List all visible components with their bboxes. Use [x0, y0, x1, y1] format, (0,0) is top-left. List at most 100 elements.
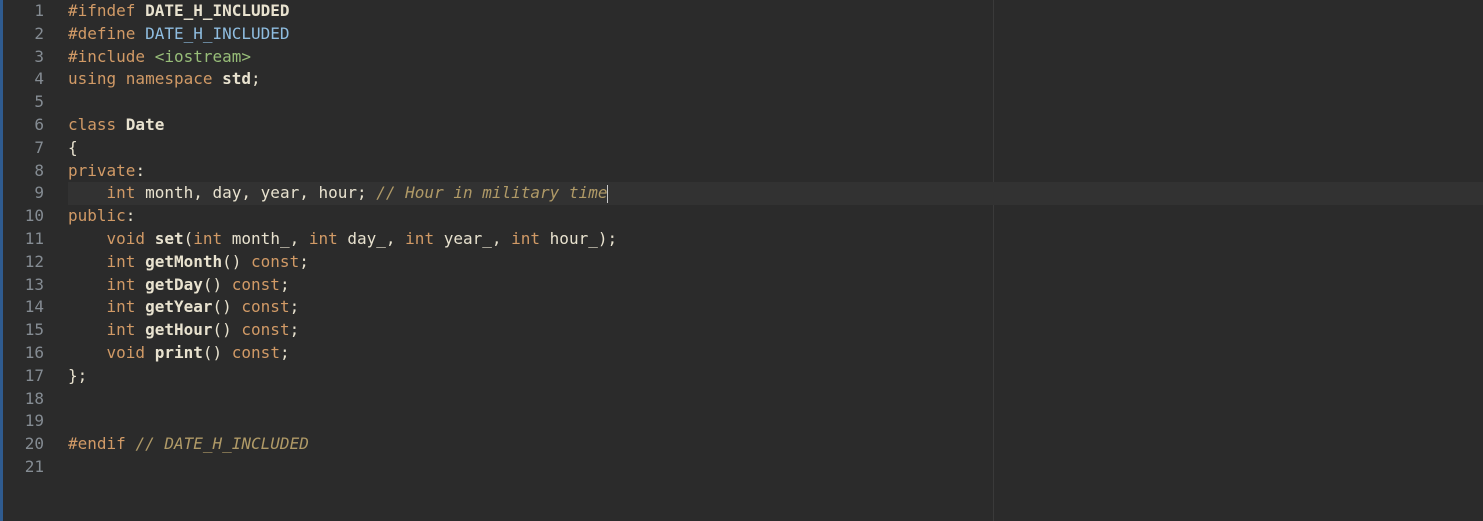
line-number: 15 — [12, 319, 44, 342]
code-line[interactable] — [68, 410, 1483, 433]
token-pp: #ifndef — [68, 1, 145, 20]
code-editor[interactable]: 123456789101112131415161718192021 #ifnde… — [0, 0, 1483, 521]
token-punct: : — [126, 206, 136, 225]
code-line[interactable]: }; — [68, 365, 1483, 388]
line-number: 12 — [12, 251, 44, 274]
line-number: 17 — [12, 365, 44, 388]
token-pp: #endif — [68, 434, 135, 453]
token-punct: ; — [290, 297, 300, 316]
code-line[interactable]: { — [68, 137, 1483, 160]
token-punct: ; — [357, 183, 376, 202]
code-line[interactable]: int getYear() const; — [68, 296, 1483, 319]
token-plain: month_ — [232, 229, 290, 248]
code-line[interactable]: void print() const; — [68, 342, 1483, 365]
line-number: 18 — [12, 388, 44, 411]
token-kw: using — [68, 69, 126, 88]
token-kw: const — [241, 297, 289, 316]
token-ident: getDay — [145, 275, 203, 294]
token-kw: int — [107, 275, 146, 294]
token-ident: std — [222, 69, 251, 88]
token-plain: year — [261, 183, 300, 202]
token-kw: int — [309, 229, 348, 248]
code-line[interactable]: private: — [68, 160, 1483, 183]
token-kw: int — [107, 183, 146, 202]
token-ident: getMonth — [145, 252, 222, 271]
code-line[interactable]: #include <iostream> — [68, 46, 1483, 69]
code-line[interactable]: int getHour() const; — [68, 319, 1483, 342]
token-ident: Date — [126, 115, 165, 134]
code-line[interactable]: using namespace std; — [68, 68, 1483, 91]
text-cursor — [607, 185, 608, 203]
token-punct: }; — [68, 366, 87, 385]
token-punct: () — [213, 297, 242, 316]
code-line[interactable]: void set(int month_, int day_, int year_… — [68, 228, 1483, 251]
line-number: 9 — [12, 182, 44, 205]
line-number: 6 — [12, 114, 44, 137]
token-punct: , — [386, 229, 405, 248]
token-kw: const — [232, 275, 280, 294]
code-line[interactable]: #define DATE_H_INCLUDED — [68, 23, 1483, 46]
line-number: 19 — [12, 410, 44, 433]
token-plain — [68, 229, 107, 248]
token-kw: void — [107, 343, 155, 362]
token-punct: ; — [251, 69, 261, 88]
token-plain: day_ — [347, 229, 386, 248]
token-punct: ; — [299, 252, 309, 271]
token-kw: int — [107, 320, 146, 339]
code-line[interactable]: int getMonth() const; — [68, 251, 1483, 274]
token-punct: () — [213, 320, 242, 339]
token-comment: // Hour in military time — [376, 183, 607, 202]
line-number: 16 — [12, 342, 44, 365]
token-plain: hour_ — [550, 229, 598, 248]
line-number: 14 — [12, 296, 44, 319]
editor-left-margin — [0, 0, 3, 521]
token-punct: ; — [290, 320, 300, 339]
line-number: 2 — [12, 23, 44, 46]
code-line[interactable]: int getDay() const; — [68, 274, 1483, 297]
code-line[interactable] — [68, 388, 1483, 411]
code-line[interactable] — [68, 456, 1483, 479]
token-kw: private — [68, 161, 135, 180]
line-number: 7 — [12, 137, 44, 160]
token-kw: const — [251, 252, 299, 271]
token-punct: ( — [184, 229, 194, 248]
token-kw: class — [68, 115, 126, 134]
token-plain: hour — [318, 183, 357, 202]
token-kw: const — [241, 320, 289, 339]
token-kw: int — [511, 229, 550, 248]
line-number: 4 — [12, 68, 44, 91]
token-punct: ; — [280, 275, 290, 294]
code-line[interactable]: #ifndef DATE_H_INCLUDED — [68, 0, 1483, 23]
line-number: 5 — [12, 91, 44, 114]
line-number: 3 — [12, 46, 44, 69]
line-number: 20 — [12, 433, 44, 456]
line-number-gutter: 123456789101112131415161718192021 — [0, 0, 58, 521]
code-line[interactable] — [68, 91, 1483, 114]
code-line[interactable]: public: — [68, 205, 1483, 228]
token-kw: public — [68, 206, 126, 225]
code-line[interactable]: #endif // DATE_H_INCLUDED — [68, 433, 1483, 456]
token-ident: set — [155, 229, 184, 248]
token-kw: int — [107, 297, 146, 316]
token-kw: int — [405, 229, 444, 248]
token-comment: // DATE_H_INCLUDED — [135, 434, 308, 453]
token-macro: DATE_H_INCLUDED — [145, 1, 290, 20]
token-pp: #define — [68, 24, 145, 43]
token-kw: int — [107, 252, 146, 271]
token-kw: int — [193, 229, 232, 248]
line-number: 11 — [12, 228, 44, 251]
line-number: 21 — [12, 456, 44, 479]
line-number: 13 — [12, 274, 44, 297]
token-plain — [68, 252, 107, 271]
code-area[interactable]: #ifndef DATE_H_INCLUDED#define DATE_H_IN… — [58, 0, 1483, 521]
token-punct: : — [135, 161, 145, 180]
token-punct: ); — [598, 229, 617, 248]
token-ident: print — [155, 343, 203, 362]
token-plain — [68, 297, 107, 316]
token-angle: <iostream> — [155, 47, 251, 66]
token-punct: { — [68, 138, 78, 157]
code-line[interactable]: class Date — [68, 114, 1483, 137]
token-punct: () — [203, 343, 232, 362]
line-number: 8 — [12, 160, 44, 183]
code-line[interactable]: int month, day, year, hour; // Hour in m… — [68, 182, 1483, 205]
